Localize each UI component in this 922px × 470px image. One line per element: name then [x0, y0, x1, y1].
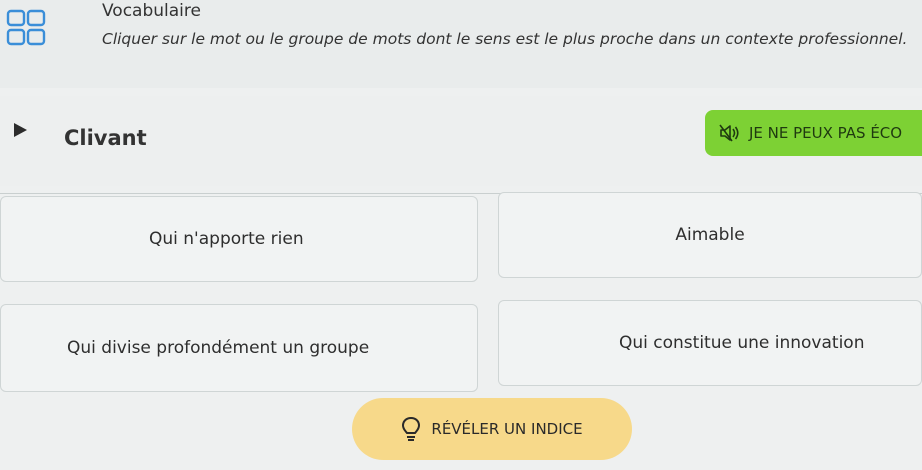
- option-label: Qui n'apporte rien: [149, 229, 304, 249]
- target-word: Clivant: [64, 126, 147, 150]
- cant-listen-button[interactable]: JE NE PEUX PAS ÉCO: [705, 110, 922, 156]
- lightbulb-icon: [402, 416, 421, 441]
- grid-icon: [6, 9, 46, 46]
- option-label: Qui constitue une innovation: [619, 333, 865, 353]
- option-label: Aimable: [675, 225, 745, 245]
- cant-listen-label: JE NE PEUX PAS ÉCO: [749, 124, 903, 142]
- option-2[interactable]: Aimable: [498, 192, 922, 278]
- play-icon: [14, 123, 27, 137]
- app-title: Vocabulaire: [102, 1, 201, 21]
- instruction-text: Cliquer sur le mot ou le groupe de mots …: [102, 30, 908, 48]
- speaker-muted-icon: [719, 124, 739, 142]
- play-button[interactable]: [0, 110, 40, 150]
- option-label: Qui divise profondément un groupe: [67, 338, 370, 358]
- reveal-hint-label: RÉVÉLER UN INDICE: [431, 420, 583, 438]
- option-3[interactable]: Qui divise profondément un groupe: [0, 304, 478, 392]
- option-1[interactable]: Qui n'apporte rien: [0, 196, 478, 282]
- option-4[interactable]: Qui constitue une innovation: [498, 300, 922, 386]
- reveal-hint-button[interactable]: RÉVÉLER UN INDICE: [352, 398, 632, 460]
